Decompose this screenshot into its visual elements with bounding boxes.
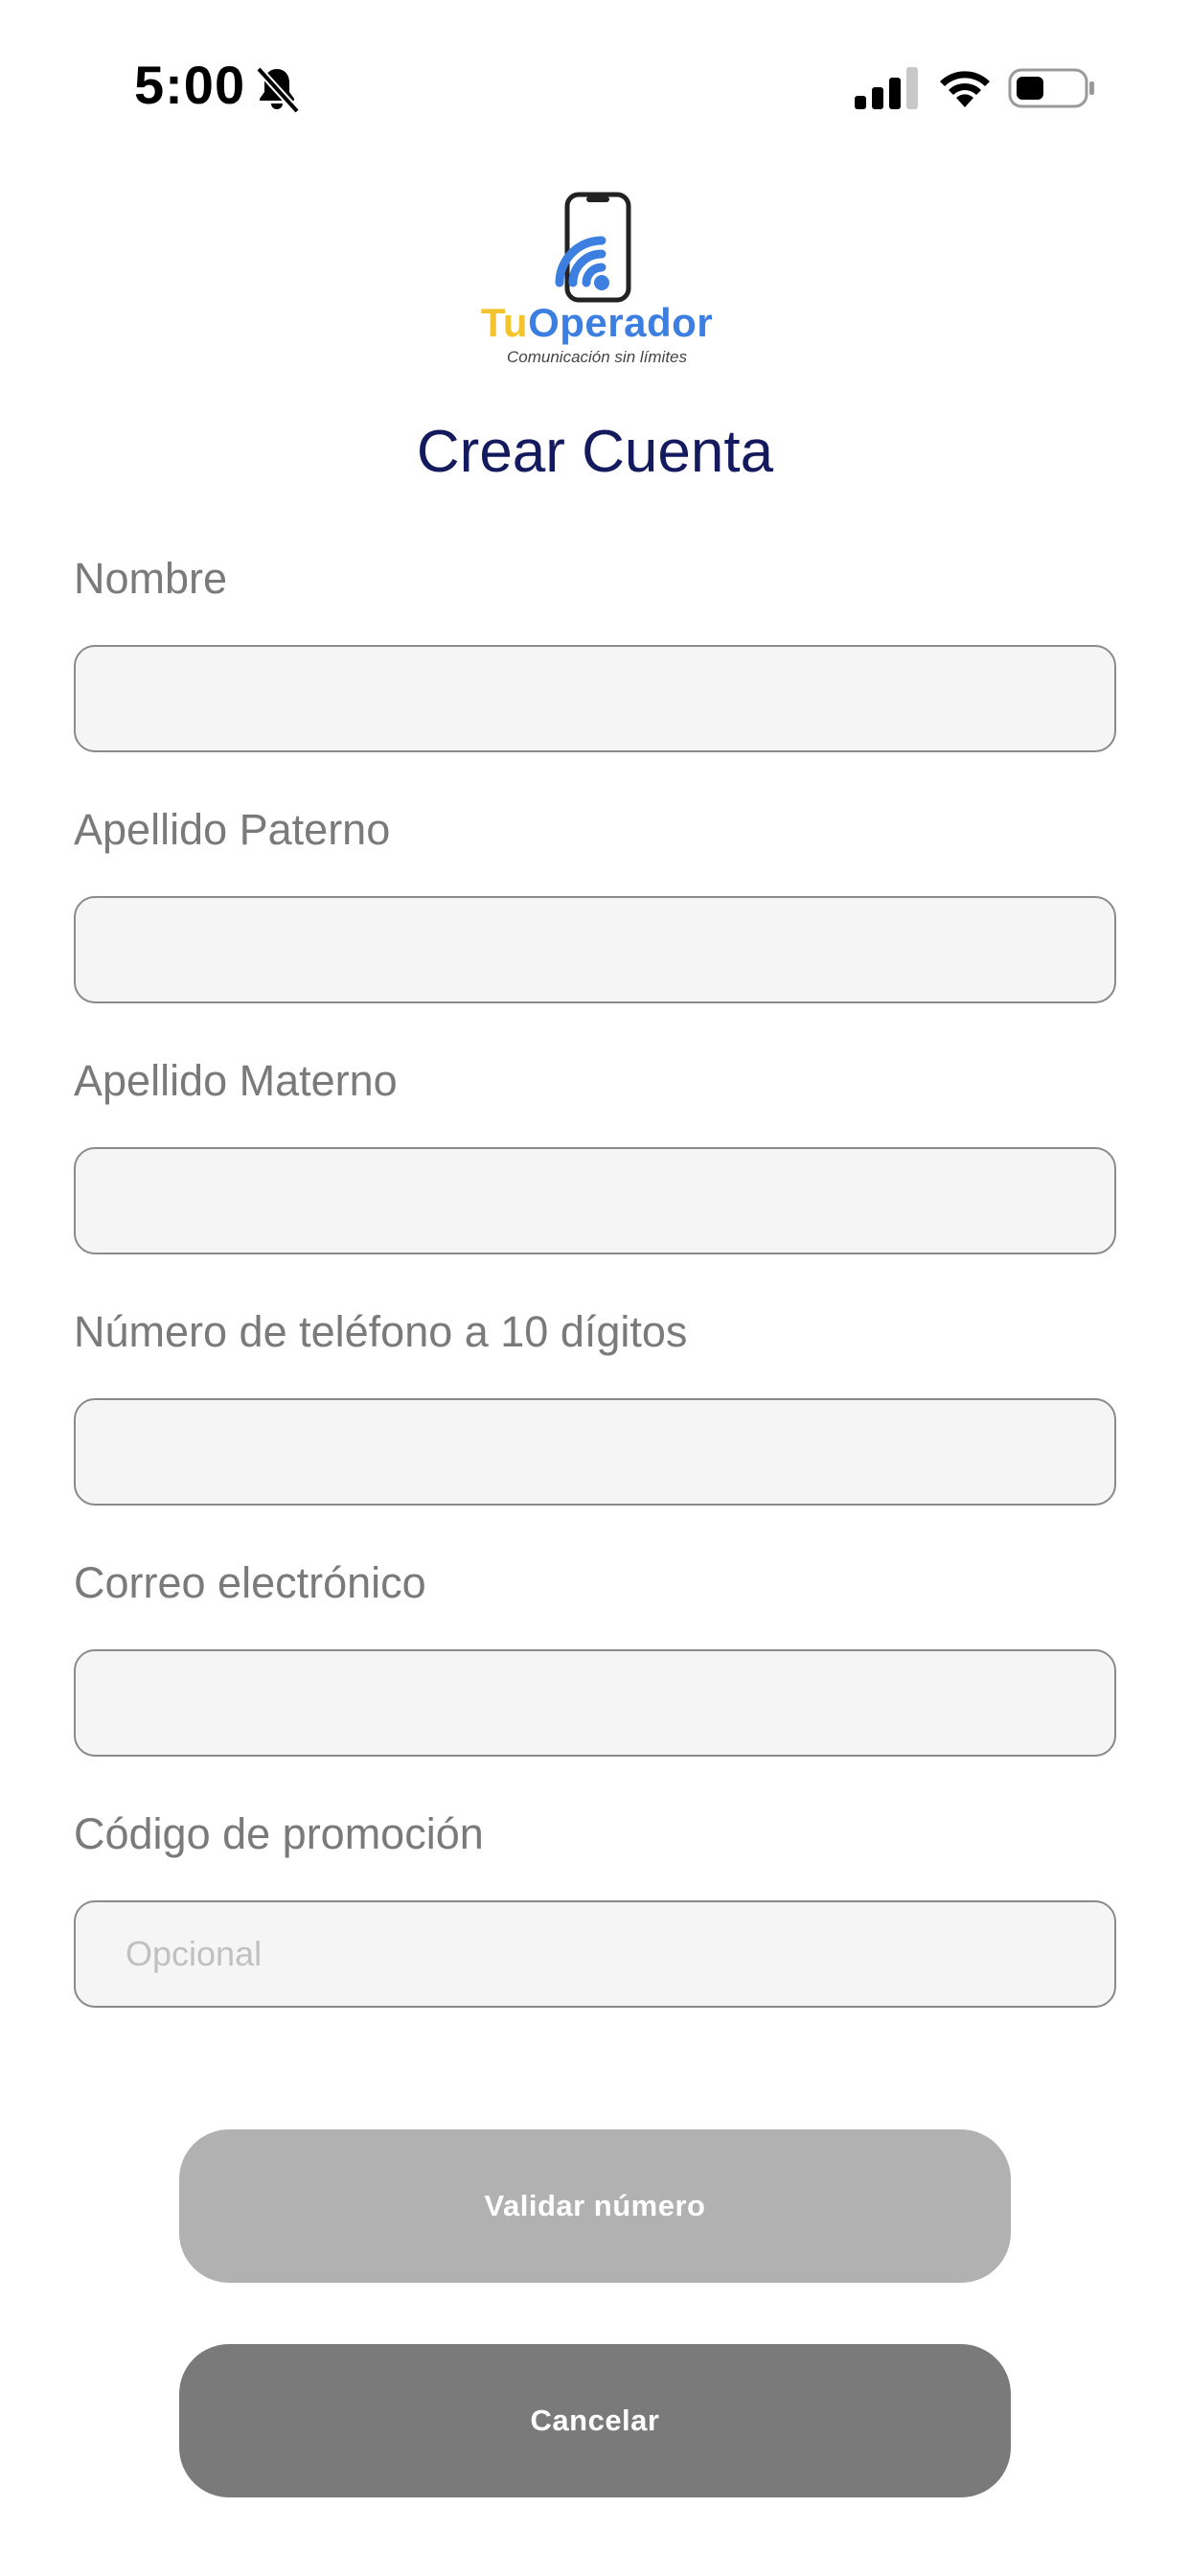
status-time: 5:00: [134, 55, 246, 115]
first-name-label: Nombre: [74, 554, 228, 603]
cellular-signal-icon: [855, 67, 918, 109]
paternal-surname-input[interactable]: [76, 898, 1114, 1001]
tuoperador-logo: TuOperador Comunicación sin límites: [479, 187, 715, 379]
promo-code-input[interactable]: [76, 1902, 1114, 2006]
brand-name-tu: Tu: [480, 300, 529, 345]
promo-code-label: Código de promoción: [74, 1809, 484, 1858]
brand-name: TuOperador: [479, 300, 715, 346]
brand-tagline: Comunicación sin límites: [506, 348, 687, 366]
brand-name-operador: Operador: [528, 300, 714, 345]
cancel-button[interactable]: Cancelar: [179, 2344, 1011, 2497]
maternal-surname-input[interactable]: [76, 1149, 1114, 1253]
paternal-surname-label: Apellido Paterno: [74, 805, 391, 854]
battery-icon: [1008, 68, 1094, 108]
phone-number-label: Número de teléfono a 10 dígitos: [74, 1307, 688, 1356]
phone-number-input[interactable]: [76, 1400, 1114, 1504]
phone-wifi-logo-icon: [555, 192, 631, 303]
maternal-surname-field: [74, 1147, 1116, 1254]
validate-number-button[interactable]: Validar número: [179, 2129, 1011, 2283]
maternal-surname-label: Apellido Materno: [74, 1056, 398, 1105]
bell-slash-icon: [256, 66, 300, 114]
page-title: Crear Cuenta: [416, 419, 774, 485]
status-bar: 5:00: [0, 0, 1190, 153]
email-field: [74, 1649, 1116, 1757]
cancel-label: Cancelar: [530, 2404, 660, 2437]
wifi-icon: [940, 71, 990, 107]
paternal-surname-field: [74, 896, 1116, 1003]
first-name-field: [74, 645, 1116, 752]
promo-code-field: [74, 1900, 1116, 2008]
first-name-input[interactable]: [76, 647, 1114, 750]
validate-number-label: Validar número: [484, 2189, 706, 2222]
phone-number-field: [74, 1398, 1116, 1506]
email-label: Correo electrónico: [74, 1558, 426, 1607]
email-input[interactable]: [76, 1651, 1114, 1755]
